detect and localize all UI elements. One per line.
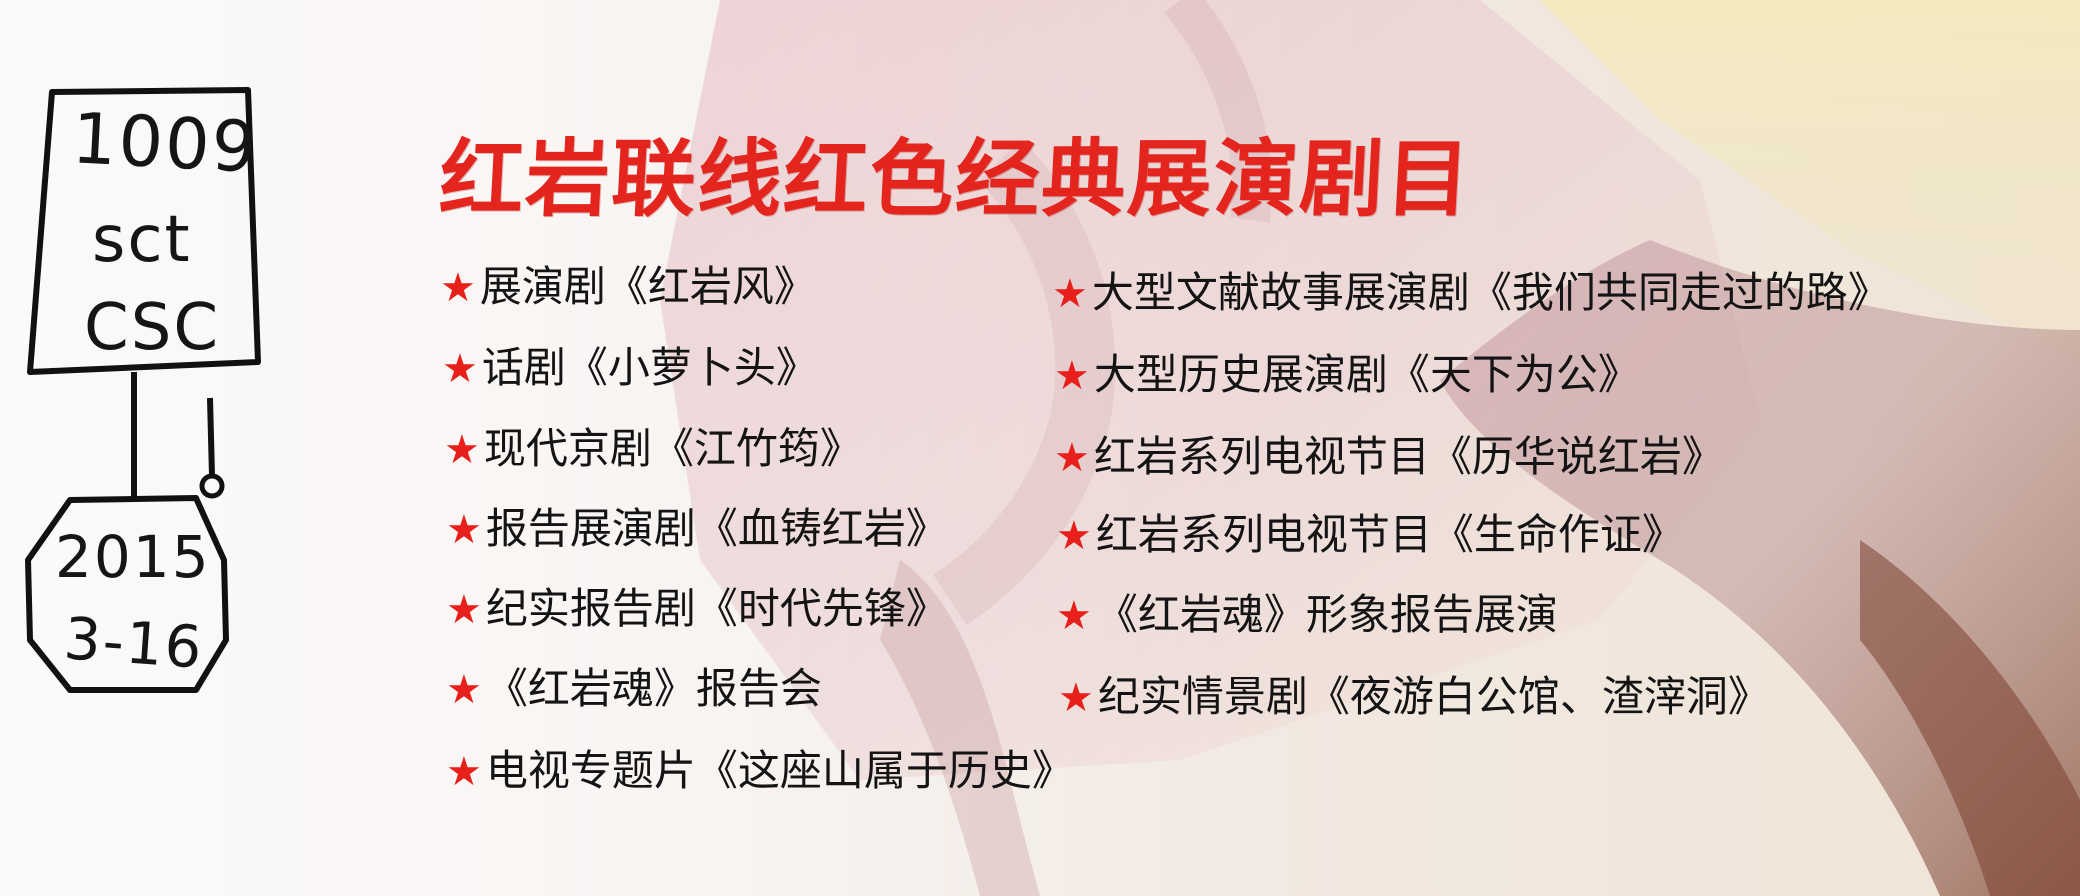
program-item: ★电视专题片《这座山属于历史》 [446,749,1074,795]
program-item: ★《红岩魂》报告会 [446,667,822,713]
program-title: 纪实情景剧《夜游白公馆、渣滓洞》 [1097,672,1770,721]
program-item: ★纪实报告剧《时代先锋》 [446,587,948,633]
page-title: 红岩联线红色经典展演剧目 [437,130,1475,228]
star-icon: ★ [1056,593,1092,639]
program-title: 电视专题片《这座山属于历史》 [485,746,1074,795]
program-title: 大型历史展演剧《天下为公》 [1093,350,1640,399]
program-item: ★报告展演剧《血铸红岩》 [446,507,948,553]
program-item: ★话剧《小萝卜头》 [442,346,818,392]
program-title: 展演剧《红岩风》 [479,262,816,311]
program-title: 现代京剧《江竹筠》 [483,424,862,473]
program-title: 纪实报告剧《时代先锋》 [485,584,948,633]
program-item: ★展演剧《红岩风》 [440,265,816,311]
star-icon: ★ [442,346,478,392]
handwritten-sct: sct [92,203,192,277]
program-title: 话剧《小萝卜头》 [481,343,818,392]
star-icon: ★ [446,667,482,713]
program-item: ★红岩系列电视节目《历华说红岩》 [1054,435,1724,481]
program-title: 《红岩魂》报告会 [485,664,822,713]
star-icon: ★ [446,507,482,553]
program-title: 《红岩魂》形象报告展演 [1095,590,1558,639]
star-icon: ★ [1058,675,1094,721]
star-icon: ★ [440,265,476,311]
star-icon: ★ [1054,353,1090,399]
star-icon: ★ [446,587,482,633]
program-item: ★《红岩魂》形象报告展演 [1056,593,1558,639]
program-item: ★大型历史展演剧《天下为公》 [1054,353,1640,399]
star-icon: ★ [444,427,480,473]
handwritten-year: 2015 [55,523,211,591]
handwritten-note: 1009 sct CSC 2015 3-16 [0,0,300,740]
program-title: 红岩系列电视节目《生命作证》 [1095,510,1684,559]
star-icon: ★ [1052,271,1088,317]
program-item: ★红岩系列电视节目《生命作证》 [1056,513,1684,559]
program-title: 红岩系列电视节目《历华说红岩》 [1093,432,1724,481]
program-item: ★现代京剧《江竹筠》 [444,427,862,473]
handwritten-code: 1009 [69,97,261,189]
program-item: ★大型文献故事展演剧《我们共同走过的路》 [1052,271,1890,317]
star-icon: ★ [1056,513,1092,559]
handwritten-csc: CSC [84,291,220,365]
handwritten-day: 3-16 [61,604,206,682]
program-title: 大型文献故事展演剧《我们共同走过的路》 [1091,268,1890,317]
program-title: 报告展演剧《血铸红岩》 [485,504,948,553]
program-item: ★纪实情景剧《夜游白公馆、渣滓洞》 [1058,675,1770,721]
star-icon: ★ [446,749,482,795]
star-icon: ★ [1054,435,1090,481]
